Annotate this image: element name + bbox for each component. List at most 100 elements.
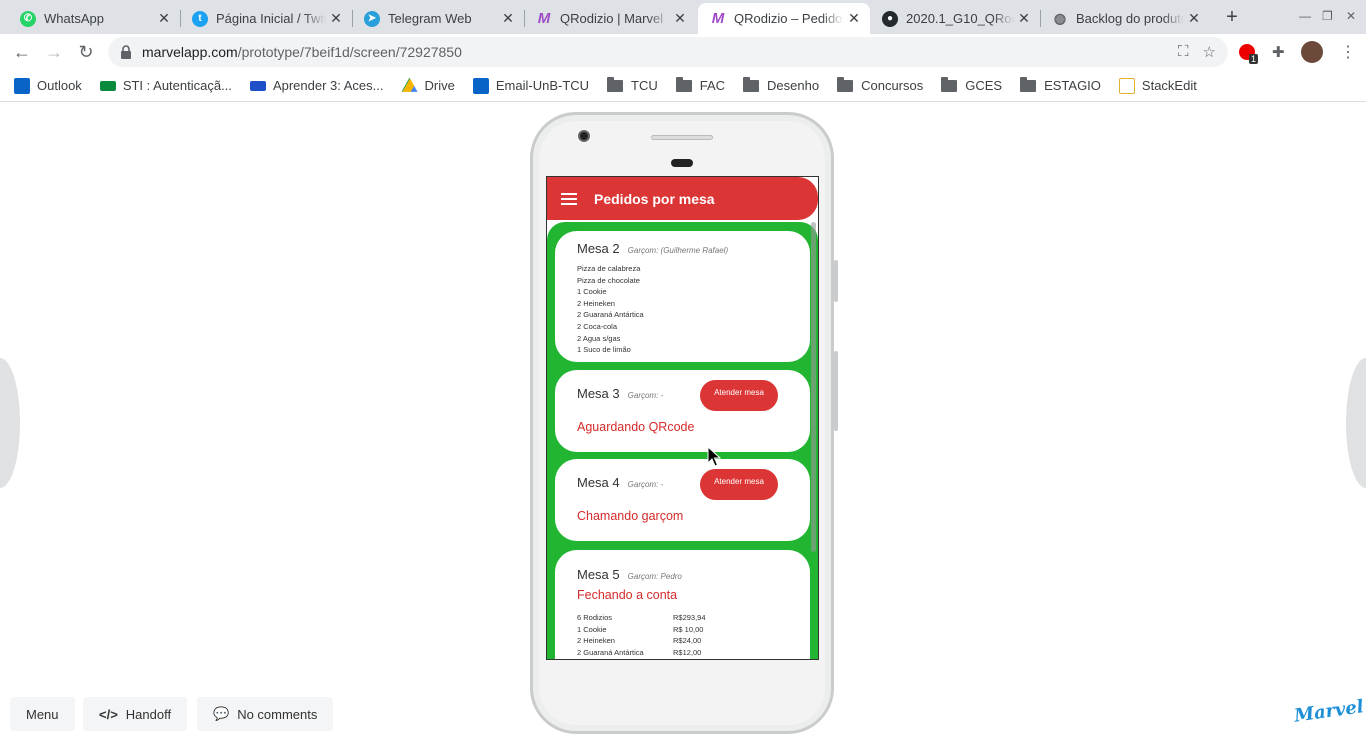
restore-icon[interactable]: ❐ — [1322, 9, 1333, 23]
close-window-icon[interactable]: ✕ — [1346, 9, 1356, 23]
translate-icon[interactable]: ⛶ — [1178, 43, 1189, 61]
lock-icon — [121, 45, 131, 59]
folder-icon — [941, 76, 958, 92]
sensor — [671, 159, 693, 167]
reload-icon[interactable]: ↻ — [74, 40, 98, 64]
bookmark-folder-desenho[interactable]: Desenho — [743, 76, 819, 93]
atender-mesa-button[interactable]: Atender mesa — [700, 380, 778, 411]
bookmark-folder-tcu[interactable]: TCU — [607, 76, 658, 93]
bookmark-email-unb[interactable]: Email-UnB-TCU — [472, 77, 589, 94]
outlook-icon — [14, 77, 30, 94]
hamburger-menu-icon[interactable] — [561, 190, 577, 208]
volume-button — [834, 260, 838, 302]
forward-arrow-icon[interactable]: → — [42, 40, 66, 64]
scrollbar[interactable] — [811, 222, 816, 552]
status-text: Chamando garçom — [577, 509, 684, 523]
minimize-icon[interactable]: — — [1299, 9, 1311, 23]
atender-mesa-button[interactable]: Atender mesa — [700, 469, 778, 500]
bookmark-folder-gces[interactable]: GCES — [941, 76, 1002, 93]
table-card-mesa-4[interactable]: Mesa 4 Garçom: - Atender mesa Chamando g… — [555, 459, 810, 541]
close-tab-icon[interactable]: ✕ — [326, 10, 346, 27]
twitter-icon: t — [192, 10, 208, 27]
table-name: Mesa 2 — [577, 241, 620, 256]
folder-icon — [675, 76, 692, 92]
code-icon: </> — [99, 706, 118, 722]
folder-icon — [743, 76, 760, 92]
sti-icon — [99, 80, 116, 91]
folder-icon — [1020, 76, 1037, 92]
bookmark-sti[interactable]: STI : Autenticaçã... — [99, 78, 232, 93]
bill-lines: 6 Rodizios R$293,94 1 Cookie R$ 10,00 2 He… — [577, 612, 706, 658]
app-bar: Pedidos por mesa — [547, 177, 818, 220]
tab-github[interactable]: ● 2020.1_G10_QRodizio ✕ — [870, 3, 1040, 34]
table-name: Mesa 5 — [577, 567, 620, 582]
status-text: Fechando a conta — [577, 588, 678, 602]
next-screen-button[interactable] — [1346, 358, 1366, 488]
prev-screen-button[interactable] — [0, 358, 20, 488]
tab-strip: ✆ WhatsApp ✕ t Página Inicial / Twitter … — [0, 0, 1366, 34]
comment-bubble-icon: 💬 — [213, 706, 230, 721]
close-tab-icon[interactable]: ✕ — [154, 10, 174, 27]
app-screen: Pedidos por mesa Mesa 2 Garçom: (Guilher… — [546, 176, 819, 660]
new-tab-button[interactable]: + — [1221, 7, 1243, 29]
waiter-name: Garçom: Pedro — [627, 572, 682, 581]
telegram-icon: ➤ — [364, 10, 380, 27]
speaker — [651, 135, 713, 140]
table-card-mesa-2[interactable]: Mesa 2 Garçom: (Guilherme Rafael) Pizza … — [555, 231, 810, 362]
bookmark-star-icon[interactable]: ☆ — [1203, 43, 1216, 61]
comments-button[interactable]: 💬 No comments — [197, 697, 334, 731]
order-items: Pizza de calabreza Pizza de chocolate 1 … — [577, 264, 644, 355]
globe-icon: ◍ — [1053, 10, 1067, 26]
browser-toolbar: ← → ↻ marvelapp.com/prototype/7beif1d/sc… — [0, 34, 1366, 70]
drive-icon — [401, 77, 418, 92]
table-name: Mesa 3 — [577, 386, 620, 401]
bill-line: 6 Rodizios R$293,94 — [577, 613, 706, 622]
folder-icon — [607, 76, 624, 92]
close-tab-icon[interactable]: ✕ — [498, 10, 518, 27]
mouse-cursor-icon — [707, 446, 721, 467]
tab-qrodizio-marvel[interactable]: M QRodizio | Marvel ✕ — [524, 3, 696, 34]
close-tab-icon[interactable]: ✕ — [670, 10, 690, 27]
bookmarks-bar: Outlook STI : Autenticaçã... Aprender 3:… — [0, 70, 1366, 102]
bill-line: 1 Cookie R$ 10,00 — [577, 624, 704, 634]
outlook-icon — [472, 77, 489, 94]
close-tab-icon[interactable]: ✕ — [844, 10, 864, 27]
bookmark-stackedit[interactable]: StackEdit — [1118, 77, 1197, 94]
status-text: Aguardando QRcode — [577, 420, 695, 434]
tab-telegram[interactable]: ➤ Telegram Web ✕ — [352, 3, 524, 34]
menu-button[interactable]: Menu — [10, 697, 75, 731]
tab-whatsapp[interactable]: ✆ WhatsApp ✕ — [8, 3, 180, 34]
table-card-mesa-5[interactable]: Mesa 5 Garçom: Pedro Fechando a conta 6 … — [555, 550, 810, 659]
extension-badge: 1 — [1249, 54, 1259, 64]
bookmark-outlook[interactable]: Outlook — [14, 77, 82, 94]
waiter-name: Garçom: - — [627, 480, 664, 489]
github-icon: ● — [882, 10, 898, 27]
waiter-name: Garçom: (Guilherme Rafael) — [627, 246, 729, 255]
address-bar[interactable]: marvelapp.com/prototype/7beif1d/screen/7… — [108, 37, 1228, 67]
handoff-button[interactable]: </> Handoff — [83, 697, 188, 731]
whatsapp-icon: ✆ — [20, 10, 36, 27]
close-tab-icon[interactable]: ✕ — [1184, 10, 1204, 27]
url-path: /prototype/7beif1d/screen/72927850 — [237, 44, 462, 60]
bookmark-folder-fac[interactable]: FAC — [675, 76, 725, 93]
tab-backlog[interactable]: ◍ Backlog do produto ✕ — [1040, 3, 1210, 34]
close-tab-icon[interactable]: ✕ — [1014, 10, 1034, 27]
more-menu-icon[interactable]: ⋮ — [1340, 42, 1356, 62]
waiter-name: Garçom: - — [627, 391, 664, 400]
stackedit-icon — [1118, 77, 1135, 94]
tab-twitter[interactable]: t Página Inicial / Twitter ✕ — [180, 3, 352, 34]
bookmark-drive[interactable]: Drive — [401, 77, 455, 94]
folder-icon — [837, 76, 854, 92]
bookmark-folder-estagio[interactable]: ESTAGIO — [1020, 76, 1101, 93]
back-arrow-icon[interactable]: ← — [10, 40, 34, 64]
table-name: Mesa 4 — [577, 475, 620, 490]
avatar[interactable] — [1301, 41, 1323, 63]
bookmark-aprender[interactable]: Aprender 3: Aces... — [249, 78, 384, 93]
table-card-mesa-3[interactable]: Mesa 3 Garçom: - Atender mesa Aguardando… — [555, 370, 810, 452]
camera-icon — [578, 130, 590, 142]
tab-qrodizio-pedidos[interactable]: M QRodizio – Pedidos ✕ — [698, 3, 870, 34]
puzzle-icon[interactable]: ✚ — [1272, 43, 1285, 61]
bookmark-folder-concursos[interactable]: Concursos — [837, 76, 923, 93]
power-button — [834, 351, 838, 431]
aprender-icon — [249, 80, 266, 91]
